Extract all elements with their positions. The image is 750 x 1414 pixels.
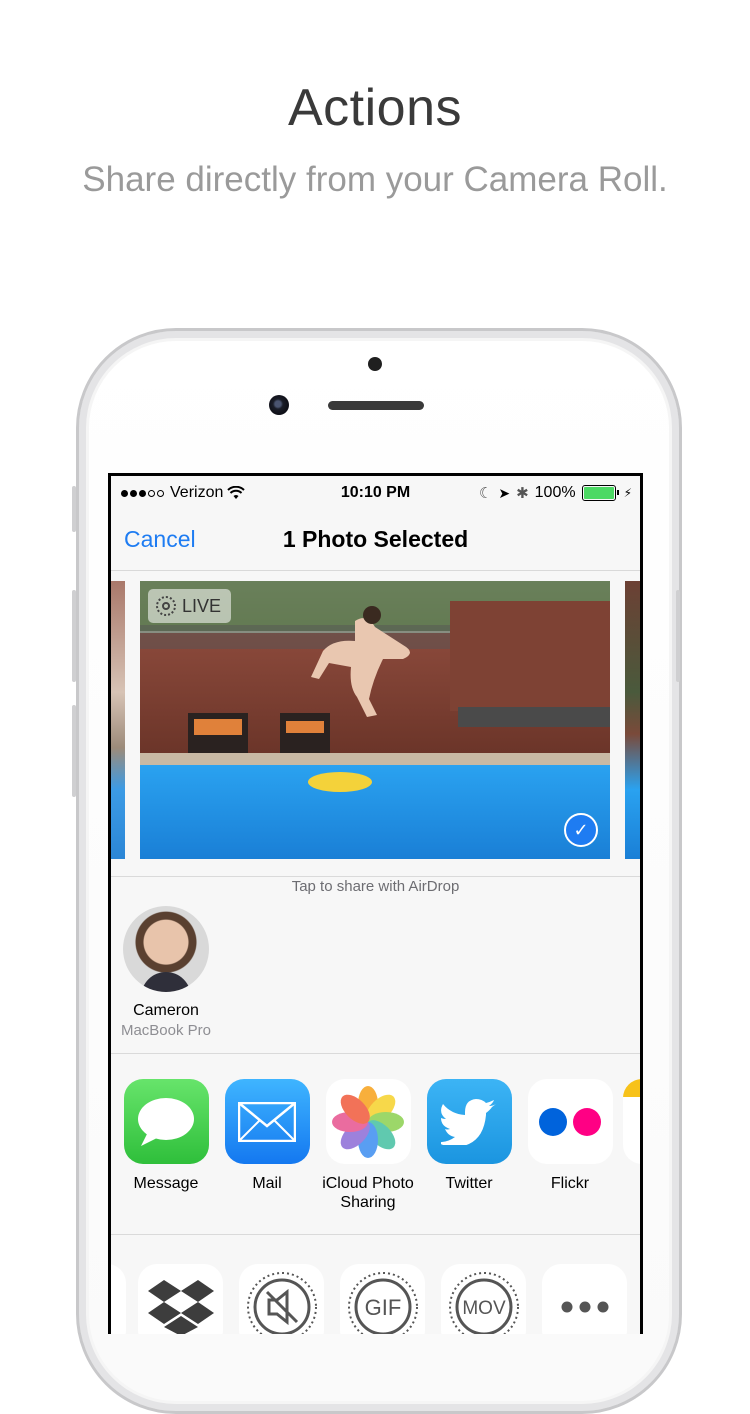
power-button (676, 590, 680, 682)
phone-screen: Verizon 10:10 PM ☾ ➤ ✱ 100% ⚡ Cancel 1 P… (108, 473, 643, 1334)
selected-photo[interactable]: LIVE ✓ (140, 581, 610, 859)
flickr-icon (527, 1079, 613, 1164)
share-app-label: Twitter (445, 1175, 493, 1192)
share-app-notes-partial[interactable] (623, 1079, 640, 1164)
share-app-mail[interactable]: Mail (217, 1079, 317, 1193)
action-dropbox[interactable] (138, 1264, 223, 1334)
share-app-flickr[interactable]: Flickr (520, 1079, 620, 1193)
action-more[interactable] (542, 1264, 627, 1334)
share-actions-row: GIF MOV (111, 1264, 640, 1334)
share-app-label: Message (133, 1175, 199, 1192)
status-bar: Verizon 10:10 PM ☾ ➤ ✱ 100% ⚡ (111, 476, 640, 510)
gif-icon-text: GIF (364, 1295, 401, 1320)
share-app-message[interactable]: Message (116, 1079, 216, 1193)
notes-icon (623, 1079, 640, 1164)
mov-icon-text: MOV (462, 1298, 506, 1319)
proximity-sensor (368, 357, 382, 371)
mail-icon (224, 1079, 310, 1164)
mute-icon (246, 1271, 317, 1334)
mute-switch (72, 486, 76, 532)
more-icon (561, 1301, 608, 1312)
share-sheet-title: 1 Photo Selected (282, 526, 469, 552)
page-headline: Actions (287, 79, 463, 137)
location-icon: ➤ (498, 484, 511, 501)
volume-up-button (72, 590, 76, 682)
live-photo-icon (156, 596, 176, 616)
front-camera (269, 395, 289, 415)
previous-photo-thumbnail[interactable] (111, 581, 125, 859)
mov-icon: MOV (448, 1271, 519, 1334)
share-app-label: Mail (252, 1175, 282, 1192)
action-make-gif[interactable]: GIF (340, 1264, 425, 1334)
divider (111, 1234, 640, 1235)
volume-down-button (72, 705, 76, 797)
action-mute-video[interactable] (239, 1264, 324, 1334)
share-app-icloud-photo-sharing[interactable]: iCloud Photo Sharing (318, 1079, 418, 1212)
battery-icon (581, 485, 619, 501)
share-sheet-header: Cancel 1 Photo Selected (111, 510, 640, 571)
airdrop-person[interactable]: Cameron MacBook Pro (114, 906, 218, 1039)
airdrop-person-name: Cameron (133, 1002, 199, 1019)
dropbox-icon (147, 1279, 214, 1334)
earpiece-speaker (328, 401, 424, 410)
avatar (123, 906, 209, 992)
gif-icon: GIF (347, 1271, 418, 1334)
action-partial[interactable] (111, 1264, 126, 1334)
bluetooth-icon: ✱ (516, 485, 529, 502)
share-app-label: iCloud Photo Sharing (322, 1175, 414, 1211)
photo-strip[interactable]: LIVE ✓ (111, 571, 640, 876)
photos-icon (325, 1079, 411, 1164)
share-apps-row: Message Mail iCloud Photo Sharing Twitte… (111, 1079, 640, 1229)
selected-checkmark-icon[interactable]: ✓ (564, 813, 598, 847)
twitter-icon (426, 1079, 512, 1164)
message-icon (123, 1079, 209, 1164)
live-photo-badge: LIVE (148, 589, 231, 623)
airdrop-hint: Tap to share with AirDrop (291, 878, 460, 895)
next-photo-thumbnail[interactable] (625, 581, 640, 859)
moon-icon: ☾ (478, 485, 493, 502)
page-subheadline: Share directly from your Camera Roll. (82, 160, 668, 199)
charging-icon: ⚡ (623, 486, 632, 500)
share-app-label: Flickr (550, 1175, 590, 1192)
live-label: LIVE (182, 595, 222, 616)
share-app-twitter[interactable]: Twitter (419, 1079, 519, 1193)
airdrop-person-device: MacBook Pro (120, 1022, 212, 1039)
battery-percentage: 100% (534, 484, 576, 501)
action-make-mov[interactable]: MOV (441, 1264, 526, 1334)
